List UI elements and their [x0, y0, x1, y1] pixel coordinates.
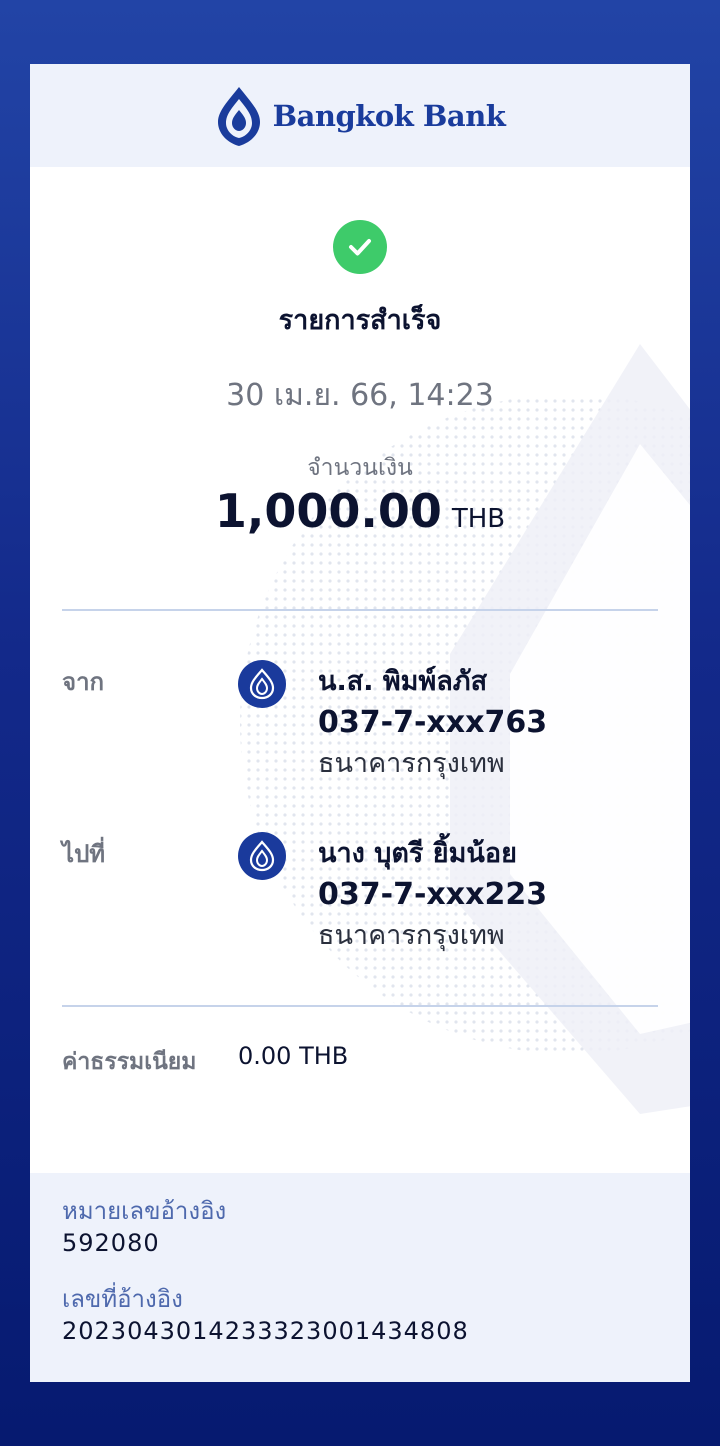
reference-section: หมายเลขอ้างอิง 592080 เลขที่อ้างอิง 2023… [30, 1173, 690, 1382]
check-icon [349, 239, 371, 256]
status-title: รายการสำเร็จ [278, 305, 442, 336]
amount-value: 1,000.00 [214, 484, 442, 538]
to-name: นาง บุตรี ยิ้มน้อย [318, 838, 517, 869]
from-bank-logo-icon [238, 660, 286, 708]
lotus-icon [249, 840, 275, 872]
from-label: จาก [62, 668, 105, 696]
to-account-info: นาง บุตรี ยิ้มน้อย 037-7-xxx223 ธนาคารกร… [318, 834, 547, 956]
bangkok-bank-logo-icon [217, 86, 260, 146]
transaction-datetime: 30 เม.ย. 66, 14:23 [226, 378, 494, 413]
fee-value: 0.00 THB [238, 1042, 349, 1070]
to-bank-logo-icon [238, 832, 286, 880]
amount-currency: THB [451, 504, 506, 534]
reference-number-label: หมายเลขอ้างอิง [62, 1197, 227, 1225]
brand-name: Bangkok Bank [272, 98, 506, 133]
from-bank-name: ธนาคารกรุงเทพ [318, 748, 505, 779]
amount-row: 1,000.00 THB [30, 484, 690, 538]
receipt-card: Bangkok Bank รายการสำเร็จ 30 เม.ย. 66, 1… [30, 64, 690, 1382]
to-label: ไปที่ [62, 840, 106, 868]
receipt-header: Bangkok Bank [30, 64, 690, 167]
reference-id-label: เลขที่อ้างอิง [62, 1285, 183, 1313]
to-account-number: 037-7-xxx223 [318, 877, 548, 912]
amount-label: จำนวนเงิน [307, 455, 413, 481]
fee-label: ค่าธรรมเนียม [62, 1049, 197, 1075]
divider-top [62, 609, 658, 611]
from-name: น.ส. พิมพ์ลภัส [318, 666, 488, 697]
success-check-icon [333, 220, 387, 274]
reference-id-value: 2023043014233323001434808 [62, 1317, 469, 1345]
to-bank-name: ธนาคารกรุงเทพ [318, 920, 505, 951]
from-account-number: 037-7-xxx763 [318, 705, 548, 740]
from-account-info: น.ส. พิมพ์ลภัส 037-7-xxx763 ธนาคารกรุงเท… [318, 662, 547, 784]
divider-bottom [62, 1005, 658, 1007]
lotus-icon [249, 668, 275, 700]
reference-number-value: 592080 [62, 1229, 160, 1257]
